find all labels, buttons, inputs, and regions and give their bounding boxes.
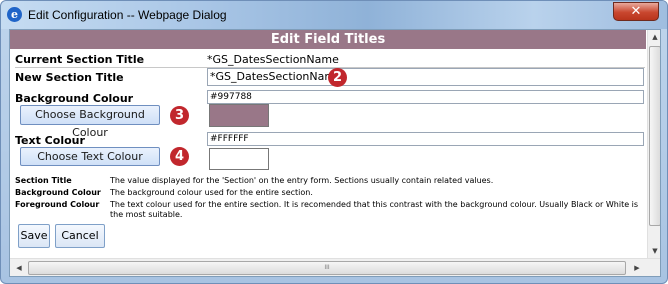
vertical-scroll-thumb[interactable]: [649, 46, 660, 226]
vertical-scrollbar[interactable]: ▲ ▼: [647, 30, 660, 258]
callout-badge-4: 4: [170, 147, 189, 166]
bg-colour-label: Background Colour: [15, 92, 134, 105]
callout-badge-3: 3: [170, 106, 189, 125]
text-colour-input[interactable]: #FFFFFF: [207, 132, 644, 146]
scroll-down-icon[interactable]: ▼: [648, 244, 660, 258]
close-icon[interactable]: ✕: [613, 2, 659, 21]
save-button[interactable]: Save: [18, 224, 50, 248]
title-bar[interactable]: e Edit Configuration -- Webpage Dialog ✕: [1, 1, 667, 29]
callout-badge-2: 2: [328, 68, 347, 87]
text-colour-swatch[interactable]: [209, 148, 269, 170]
help-term: Background Colour: [15, 188, 101, 197]
scroll-left-icon[interactable]: ◀: [12, 261, 26, 275]
text-colour-label: Text Colour: [15, 134, 85, 147]
ie-app-icon: e: [7, 7, 22, 22]
help-term: Section Title: [15, 176, 72, 185]
dialog-window: e Edit Configuration -- Webpage Dialog ✕…: [0, 0, 668, 284]
current-title-label: Current Section Title: [15, 53, 145, 66]
page-title: Edit Field Titles: [10, 30, 646, 49]
choose-text-colour-button[interactable]: Choose Text Colour: [20, 147, 160, 166]
help-desc: The background colour used for the entir…: [110, 188, 313, 197]
scroll-up-icon[interactable]: ▲: [648, 30, 660, 44]
new-title-input[interactable]: *GS_DatesSectionName: [207, 68, 644, 86]
horizontal-scroll-thumb[interactable]: III: [28, 261, 626, 275]
current-title-value: *GS_DatesSectionName: [207, 53, 339, 66]
help-term: Foreground Colour: [15, 200, 100, 209]
bg-colour-input[interactable]: #997788: [207, 90, 644, 104]
help-desc: The value displayed for the 'Section' on…: [110, 176, 494, 185]
choose-bg-colour-button[interactable]: Choose Background Colour: [20, 105, 160, 139]
new-title-label: New Section Title: [15, 71, 124, 84]
dialog-content: Edit Field Titles Current Section Title …: [9, 29, 661, 277]
help-desc: The text colour used for the entire sect…: [110, 200, 639, 219]
cancel-button[interactable]: Cancel: [55, 224, 105, 248]
scroll-right-icon[interactable]: ▶: [630, 261, 644, 275]
bg-colour-swatch[interactable]: [209, 104, 269, 127]
horizontal-scrollbar[interactable]: ◀ III ▶: [10, 258, 660, 276]
window-title: Edit Configuration -- Webpage Dialog: [28, 8, 227, 22]
